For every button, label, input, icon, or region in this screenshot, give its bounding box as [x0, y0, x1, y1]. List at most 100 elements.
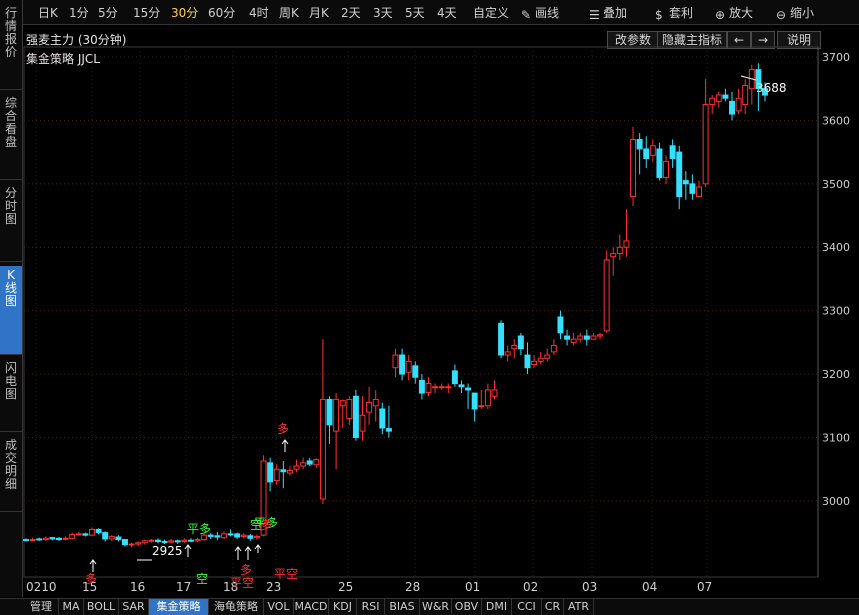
signal-label: 平空 — [274, 567, 298, 581]
indicator-tab-7[interactable]: MACD — [294, 599, 329, 615]
candle-body — [379, 408, 386, 429]
candle-body — [392, 354, 399, 369]
candle-body — [366, 402, 373, 413]
indicator-tab-16[interactable]: ATR — [564, 599, 594, 615]
indicator-tab-14[interactable]: CCI — [512, 599, 542, 615]
signal-label: 多 — [277, 422, 289, 436]
candle-body — [214, 535, 221, 538]
candle-body — [722, 94, 729, 99]
candle-body — [445, 386, 452, 389]
candle-body — [227, 533, 234, 536]
candle-body — [75, 533, 82, 536]
signal-label: 平空 — [230, 576, 254, 590]
indicator-tab-2[interactable]: BOLL — [84, 599, 119, 615]
signal-label: 空 — [196, 572, 208, 586]
candle-body — [471, 392, 478, 410]
candle-body — [385, 428, 392, 432]
candle-body — [564, 335, 571, 340]
candle-body — [135, 542, 142, 545]
candle-body — [676, 151, 683, 198]
candle-body — [359, 414, 366, 432]
candle-body — [597, 334, 604, 337]
candle-body — [682, 180, 689, 185]
indicator-tab-9[interactable]: RSI — [357, 599, 385, 615]
indicator-tab-10[interactable]: BIAS — [385, 599, 420, 615]
candle-body — [669, 145, 676, 159]
candle-body — [570, 338, 577, 343]
indicator-tab-5[interactable]: 海龟策略 — [209, 599, 264, 615]
kline-chart[interactable]: 30003100320033003400350036003700 0210 15 1… — [0, 0, 859, 614]
indicator-tab-11[interactable]: W&R — [420, 599, 452, 615]
candle-body — [399, 354, 406, 375]
indicator-tab-6[interactable]: VOL — [264, 599, 294, 615]
candle-body — [313, 459, 320, 466]
candle-body — [220, 533, 227, 539]
indicator-tab-12[interactable]: OBV — [452, 599, 482, 615]
candle-body — [458, 384, 465, 388]
candle-body — [504, 351, 511, 356]
candle-body — [247, 535, 254, 539]
candle-body — [484, 389, 491, 407]
x-tick-label: 25 — [338, 580, 353, 594]
indicator-tab-3[interactable]: SAR — [119, 599, 149, 615]
y-tick-label: 3100 — [822, 431, 850, 444]
candle-body — [623, 240, 630, 248]
candle-body — [339, 400, 346, 407]
x-tick-label: 16 — [130, 580, 145, 594]
candle-body — [491, 389, 498, 397]
signal-label: 多 — [260, 518, 272, 532]
candle-body — [128, 543, 135, 546]
y-tick-label: 3700 — [822, 51, 850, 64]
x-tick-label: 04 — [642, 580, 657, 594]
candle-body — [702, 104, 709, 185]
x-tick-label: 02 — [523, 580, 538, 594]
candle-body — [412, 365, 419, 378]
candle-body — [649, 145, 656, 156]
candle-body — [319, 398, 326, 500]
candle-body — [656, 148, 663, 178]
signal-label: 多 — [85, 572, 97, 586]
candle-body — [240, 534, 247, 537]
y-tick-label: 3400 — [822, 241, 850, 254]
candle-body — [187, 539, 194, 542]
candle-body — [346, 398, 353, 419]
indicator-tab-8[interactable]: KDJ — [329, 599, 357, 615]
indicator-tab-4[interactable]: 集金策略 — [149, 599, 209, 615]
candle-body — [616, 246, 623, 255]
indicator-tab-13[interactable]: DMI — [482, 599, 512, 615]
candle-body — [42, 537, 49, 541]
candle-body — [300, 462, 307, 467]
candle-body — [280, 469, 287, 473]
candle-body — [69, 534, 76, 539]
candle-body — [696, 186, 702, 198]
candle-body — [709, 97, 716, 106]
candle-body — [583, 335, 590, 340]
candle-body — [577, 335, 584, 340]
candle-body — [49, 537, 56, 540]
candle-body — [715, 94, 722, 102]
indicator-tab-0[interactable]: 管理 — [24, 599, 59, 615]
signal-label: 多 — [240, 563, 252, 577]
candle-body — [465, 387, 472, 391]
candle-body — [438, 386, 445, 389]
candle-body — [95, 528, 102, 534]
candle-body — [517, 335, 524, 350]
indicator-tab-15[interactable]: CR — [542, 599, 564, 615]
high-price-label: 3688 — [756, 81, 787, 95]
candle-body — [603, 259, 610, 332]
candle-body — [234, 533, 241, 538]
candle-body — [267, 462, 274, 483]
candle-body — [168, 540, 175, 543]
candle-body — [537, 357, 544, 362]
x-tick-label: 17 — [176, 580, 191, 594]
candle-body — [550, 345, 557, 353]
candle-body — [425, 383, 432, 393]
candle-body — [418, 379, 425, 394]
candle-body — [689, 183, 696, 194]
y-tick-label: 3000 — [822, 495, 850, 508]
candle-body — [630, 138, 637, 198]
y-tick-label: 3600 — [822, 114, 850, 127]
y-tick-label: 3500 — [822, 178, 850, 191]
candle-body — [405, 360, 412, 373]
indicator-tab-1[interactable]: MA — [59, 599, 84, 615]
